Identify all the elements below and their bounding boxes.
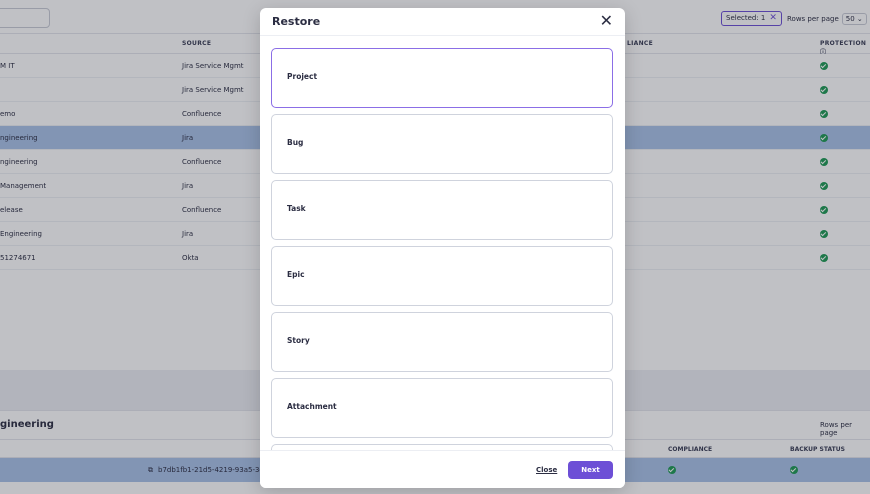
option-task[interactable]: Task: [271, 180, 613, 240]
dialog-footer: Close Next: [260, 450, 625, 488]
dialog-header: Restore ✕: [260, 8, 625, 36]
restore-dialog: Restore ✕ Project Bug Task Epic Story At…: [260, 8, 625, 488]
close-button[interactable]: Close: [536, 466, 557, 474]
option-attachment[interactable]: Attachment: [271, 378, 613, 438]
dialog-title: Restore: [272, 15, 321, 28]
option-story[interactable]: Story: [271, 312, 613, 372]
restore-type-options: Project Bug Task Epic Story Attachment: [260, 36, 625, 450]
option-epic[interactable]: Epic: [271, 246, 613, 306]
close-icon[interactable]: ✕: [600, 12, 613, 30]
next-button[interactable]: Next: [568, 461, 613, 479]
option-project[interactable]: Project: [271, 48, 613, 108]
option-bug[interactable]: Bug: [271, 114, 613, 174]
